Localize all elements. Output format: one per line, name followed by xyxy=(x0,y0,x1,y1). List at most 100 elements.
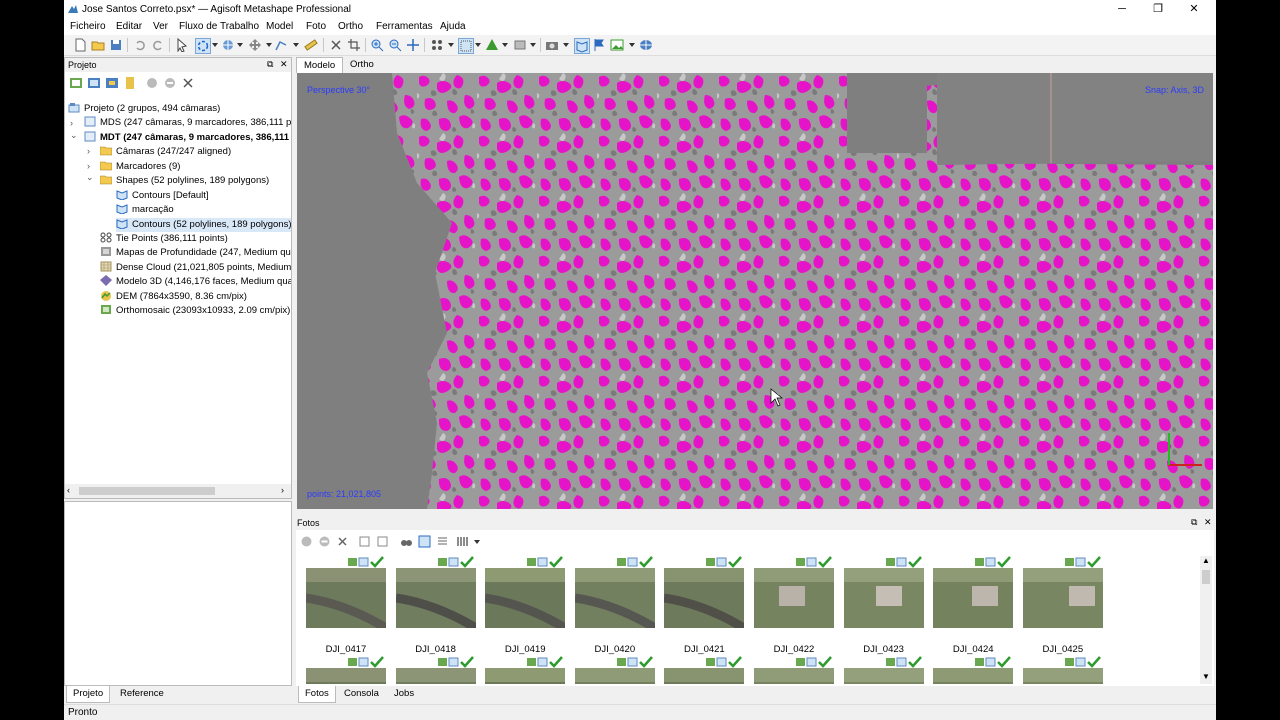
photo-thumbnail[interactable]: DJI_0420 xyxy=(574,556,655,655)
scroll-up-icon[interactable]: ▲ xyxy=(1202,556,1210,565)
zoom-out-icon[interactable] xyxy=(388,38,402,52)
move-object-icon[interactable] xyxy=(221,38,235,52)
delete-selection-icon[interactable] xyxy=(329,38,343,52)
menu-editar[interactable]: Editar xyxy=(116,21,142,32)
restore-button[interactable]: ❐ xyxy=(1140,0,1176,18)
disable-icon[interactable] xyxy=(163,76,177,90)
scroll-down-icon[interactable]: ▼ xyxy=(1202,672,1210,681)
tab-ortho[interactable]: Ortho xyxy=(343,57,381,72)
ruler-icon[interactable] xyxy=(304,38,318,52)
menu-model[interactable]: Model xyxy=(266,21,293,32)
tab-modelo[interactable]: Modelo xyxy=(296,57,344,73)
undo-icon[interactable] xyxy=(133,38,147,52)
show-details-icon[interactable] xyxy=(436,535,449,548)
model-viewport[interactable]: Perspective 30° Snap: Axis, 3D points: 2… xyxy=(297,73,1213,509)
tree-item-orthomosaic[interactable]: Orthomosaic (23093x10933, 2.09 cm/pix) xyxy=(100,304,290,318)
photo-thumbnail[interactable] xyxy=(485,656,566,684)
tree-item-depth-maps[interactable]: Mapas de Profundidade (247, Medium qu xyxy=(100,246,291,260)
photo-thumbnail[interactable]: DJI_0422 xyxy=(754,556,834,655)
filter-photos-icon[interactable] xyxy=(418,535,431,548)
tab-projeto[interactable]: Projeto xyxy=(66,686,111,703)
float-panel-icon[interactable]: ⧉ xyxy=(267,59,273,70)
add-folder-icon[interactable] xyxy=(105,76,119,90)
close-panel-icon[interactable]: ✕ xyxy=(280,59,288,70)
photo-thumbnail[interactable] xyxy=(843,656,924,684)
remove-item-icon[interactable] xyxy=(181,76,195,90)
show-images-icon[interactable] xyxy=(610,38,624,52)
open-folder-icon[interactable] xyxy=(91,38,105,52)
add-marker-icon[interactable] xyxy=(123,76,137,90)
photo-thumbnail[interactable] xyxy=(664,656,745,684)
menu-foto[interactable]: Foto xyxy=(306,21,326,32)
draw-shape-icon[interactable] xyxy=(274,38,288,52)
redo-icon[interactable] xyxy=(151,38,165,52)
float-panel-icon[interactable]: ⧉ xyxy=(1191,517,1197,528)
menu-ajuda[interactable]: Ajuda xyxy=(440,21,466,32)
new-file-icon[interactable] xyxy=(73,38,87,52)
expand-arrow[interactable]: › xyxy=(87,161,90,171)
tree-item-project[interactable]: Projeto (2 grupos, 494 câmaras) xyxy=(68,102,220,116)
tab-jobs[interactable]: Jobs xyxy=(388,686,420,702)
enable-icon[interactable] xyxy=(145,76,159,90)
rotate-object-icon[interactable] xyxy=(195,38,211,54)
scrollbar-thumb[interactable] xyxy=(79,487,215,495)
rotate-left-icon[interactable] xyxy=(358,535,371,548)
crop-icon[interactable] xyxy=(347,38,361,52)
photo-thumbnail[interactable] xyxy=(1022,656,1103,684)
photo-thumbnail[interactable]: DJI_0421 xyxy=(664,556,745,655)
expand-arrow[interactable]: › xyxy=(70,118,73,128)
tree-item-contours-default[interactable]: Contours [Default] xyxy=(116,189,209,203)
collapse-arrow[interactable]: ⌄ xyxy=(70,130,78,141)
photo-thumbnail[interactable]: DJI_0419 xyxy=(485,556,566,655)
tree-item-contours-selected[interactable]: Contours (52 polylines, 189 polygons) xyxy=(116,218,291,232)
tab-reference[interactable]: Reference xyxy=(114,686,170,702)
photo-thumbnail[interactable]: DJI_0423 xyxy=(843,556,924,655)
tree-item-dem[interactable]: DEM (7864x3590, 8.36 cm/pix) xyxy=(100,290,247,304)
minimize-button[interactable]: ─ xyxy=(1104,0,1140,18)
tree-item-markers[interactable]: Marcadores (9) xyxy=(100,160,180,174)
menu-fluxo-de-trabalho[interactable]: Fluxo de Trabalho xyxy=(179,21,259,32)
tree-item-cameras[interactable]: Câmaras (247/247 aligned) xyxy=(100,145,231,159)
menu-ver[interactable]: Ver xyxy=(153,21,168,32)
save-icon[interactable] xyxy=(109,38,123,52)
show-shapes-icon[interactable] xyxy=(574,38,590,54)
photo-thumbnail[interactable]: DJI_0425 xyxy=(1022,556,1103,655)
expand-arrow[interactable]: › xyxy=(87,146,90,156)
photo-thumbnail[interactable] xyxy=(306,656,386,684)
move-region-icon[interactable] xyxy=(248,38,262,52)
tab-fotos[interactable]: Fotos xyxy=(298,686,336,703)
zoom-in-icon[interactable] xyxy=(370,38,384,52)
enable-cameras-icon[interactable] xyxy=(300,535,313,548)
show-markers-icon[interactable] xyxy=(592,38,606,52)
tree-item-mds-chunk[interactable]: MDS (247 câmaras, 9 marcadores, 386,111 … xyxy=(84,116,291,130)
scroll-left-icon[interactable]: ‹ xyxy=(67,485,70,495)
photos-vertical-scrollbar[interactable]: ▲ ▼ xyxy=(1200,556,1212,684)
camera-icon[interactable] xyxy=(545,38,559,52)
disable-cameras-icon[interactable] xyxy=(318,535,331,548)
photo-thumbnail[interactable]: DJI_0418 xyxy=(395,556,476,655)
tab-consola[interactable]: Consola xyxy=(338,686,385,702)
navigation-cursor-icon[interactable] xyxy=(175,38,189,52)
scroll-right-icon[interactable]: › xyxy=(281,485,284,495)
view-mode-dropdown-icon[interactable] xyxy=(474,540,480,544)
reset-view-icon[interactable] xyxy=(406,38,420,52)
photo-thumbnail[interactable] xyxy=(754,656,834,684)
tree-horizontal-scrollbar[interactable]: ‹ › xyxy=(65,484,291,498)
tree-item-mdt-chunk[interactable]: MDT (247 câmaras, 9 marcadores, 386,111 xyxy=(84,131,289,145)
add-chunk-icon[interactable] xyxy=(69,76,83,90)
show-basemap-icon[interactable] xyxy=(639,38,653,52)
photo-thumbnail[interactable]: DJI_0424 xyxy=(933,556,1014,655)
menu-ficheiro[interactable]: Ficheiro xyxy=(70,21,106,32)
dense-cloud-view-icon[interactable] xyxy=(458,38,474,54)
close-panel-icon[interactable]: ✕ xyxy=(1204,517,1212,528)
rotate-right-icon[interactable] xyxy=(376,535,389,548)
tree-item-dense-cloud[interactable]: Dense Cloud (21,021,805 points, Medium xyxy=(100,261,291,275)
tiled-model-icon[interactable] xyxy=(513,38,527,52)
add-photos-icon[interactable] xyxy=(87,76,101,90)
tree-item-marcacao[interactable]: marcação xyxy=(116,203,174,217)
grid-view-icon[interactable] xyxy=(430,38,444,52)
tree-item-shapes[interactable]: Shapes (52 polylines, 189 polygons) xyxy=(100,174,269,188)
tree-item-model-3d[interactable]: Modelo 3D (4,146,176 faces, Medium qua xyxy=(100,275,291,289)
tree-item-tie-points[interactable]: Tie Points (386,111 points) xyxy=(100,232,228,246)
menu-ferramentas[interactable]: Ferramentas xyxy=(376,21,433,32)
